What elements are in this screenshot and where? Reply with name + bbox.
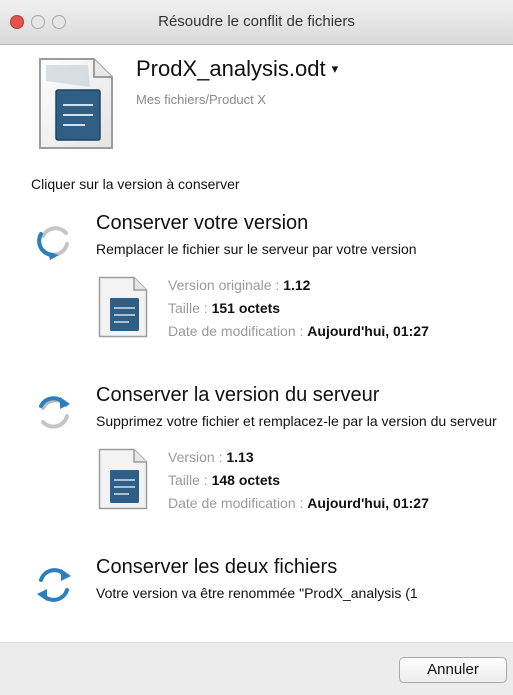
option-title: Conserver la version du serveur [96, 384, 380, 406]
detail-version: Version : 1.13 [168, 446, 513, 469]
detail-label: Taille : [168, 472, 208, 488]
window-title: Résoudre le conflit de fichiers [158, 13, 355, 30]
file-name: ProdX_analysis.odt [136, 56, 326, 81]
footer-bar: Annuler [0, 642, 513, 695]
option-description: Remplacer le fichier sur le serveur par … [96, 241, 417, 257]
document-icon [39, 58, 113, 149]
detail-label: Version originale : [168, 277, 280, 293]
detail-label: Taille : [168, 300, 208, 316]
document-icon [98, 448, 148, 510]
detail-label: Version : [168, 449, 223, 465]
detail-date: Date de modification : Aujourd'hui, 01:2… [168, 320, 513, 343]
cancel-button[interactable]: Annuler [399, 657, 507, 683]
file-name-menu[interactable]: ProdX_analysis.odt ▾ [136, 56, 338, 82]
option-description: Supprimez votre fichier et remplacez-le … [96, 413, 497, 429]
refresh-arrows-icon [39, 396, 70, 429]
option-keep-local[interactable]: Conserver votre version Remplacer le fic… [0, 212, 513, 352]
option-title: Conserver les deux fichiers [96, 556, 338, 578]
detail-value: 148 octets [211, 472, 281, 488]
document-icon [98, 276, 148, 338]
option-keep-server[interactable]: Conserver la version du serveur Supprime… [0, 384, 513, 524]
option-description: Votre version va être renommée "ProdX_an… [96, 585, 418, 601]
detail-value: 1.13 [226, 449, 254, 465]
detail-value: 1.12 [283, 277, 311, 293]
instruction-text: Cliquer sur la version à conserver [31, 176, 240, 192]
version-details: Version originale : 1.12 Taille : 151 oc… [168, 274, 513, 343]
version-details: Version : 1.13 Taille : 148 octets Date … [168, 446, 513, 515]
detail-label: Date de modification : [168, 495, 304, 511]
refresh-arrows-icon [37, 226, 69, 260]
detail-version: Version originale : 1.12 [168, 274, 513, 297]
detail-size: Taille : 148 octets [168, 469, 513, 492]
option-keep-both[interactable]: Conserver les deux fichiers Votre versio… [0, 556, 513, 616]
refresh-arrows-icon [37, 568, 71, 602]
option-title: Conserver votre version [96, 212, 309, 234]
chevron-down-icon: ▾ [331, 61, 339, 76]
title-bar: Résoudre le conflit de fichiers [0, 0, 513, 45]
detail-date: Date de modification : Aujourd'hui, 01:2… [168, 492, 513, 515]
file-path: Mes fichiers/Product X [136, 92, 267, 107]
detail-label: Date de modification : [168, 323, 304, 339]
detail-value: 151 octets [211, 300, 281, 316]
detail-value: Aujourd'hui, 01:27 [307, 323, 429, 339]
detail-size: Taille : 151 octets [168, 297, 513, 320]
detail-value: Aujourd'hui, 01:27 [307, 495, 429, 511]
